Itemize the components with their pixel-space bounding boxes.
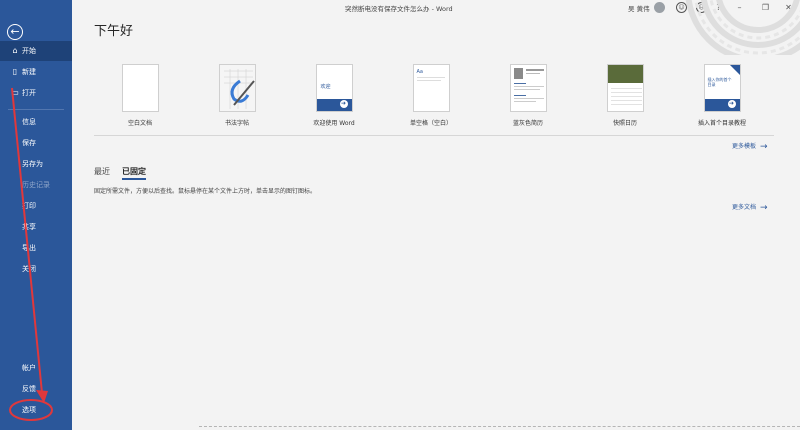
calligraphy-brush-icon xyxy=(223,69,255,109)
template-label: 快照日历 xyxy=(612,120,637,127)
sidebar-item-export[interactable]: 导出 xyxy=(0,238,72,258)
tab-recent[interactable]: 最近 xyxy=(94,166,110,177)
template-blank-document[interactable]: 空白文档 xyxy=(105,64,175,127)
new-document-icon: ▯ xyxy=(12,67,18,76)
sidebar-divider xyxy=(8,109,64,110)
template-label: 单空格（空白） xyxy=(409,120,452,127)
template-thumbnail: 欢迎 ➜ xyxy=(315,64,353,112)
template-thumbnail xyxy=(218,64,256,112)
sidebar-item-new[interactable]: ▯ 新建 xyxy=(0,62,72,82)
decorative-arcs xyxy=(685,0,800,55)
pinned-info-text: 固定所需文件，方便以后查找。鼠标悬停在某个文件上方时，单击显示的图钉图标。 xyxy=(94,188,317,195)
more-documents-link[interactable]: 更多文档 → xyxy=(732,202,768,213)
sidebar-item-print[interactable]: 打印 xyxy=(0,196,72,216)
sidebar-item-close[interactable]: 关闭 xyxy=(0,259,72,279)
folder-open-icon: ▭ xyxy=(11,88,19,97)
template-label: 插入首个目录教程 xyxy=(697,120,746,127)
template-label: 蓝灰色简历 xyxy=(512,120,543,127)
sidebar-item-home[interactable]: ⌂ 开始 xyxy=(0,41,72,61)
sidebar-item-history[interactable]: 历史记录 xyxy=(0,175,72,195)
backstage-sidebar: ← ⌂ 开始 ▯ 新建 ▭ 打开 信息 保存 另存为 历史记录 打印 共享 导出 关闭… xyxy=(0,0,72,430)
template-thumbnail xyxy=(121,64,159,112)
template-label: 空白文档 xyxy=(127,120,152,127)
sidebar-item-info[interactable]: 信息 xyxy=(0,112,72,132)
sidebar-item-save-as[interactable]: 另存为 xyxy=(0,154,72,174)
tab-pinned[interactable]: 已固定 xyxy=(122,166,146,180)
section-divider xyxy=(94,135,774,136)
thumb-text: 欢迎 xyxy=(320,84,331,90)
sidebar-item-options[interactable]: 选项 xyxy=(0,400,72,420)
window-title: 突然断电没有保存文件怎么办 - Word xyxy=(345,5,453,13)
more-templates-link[interactable]: 更多模板 → xyxy=(732,141,768,152)
thumb-text: 插入你的首个目录 xyxy=(707,77,732,87)
sidebar-item-label: 打开 xyxy=(22,89,36,97)
template-thumbnail xyxy=(509,64,547,112)
template-calligraphy[interactable]: 书法字帖 xyxy=(202,64,272,127)
back-arrow-icon[interactable]: ← xyxy=(7,24,23,40)
template-single-spaced[interactable]: Aa 单空格（空白） xyxy=(396,64,466,127)
template-blue-gray-resume[interactable]: 蓝灰色简历 xyxy=(493,64,563,127)
sidebar-item-save[interactable]: 保存 xyxy=(0,133,72,153)
arrow-right-icon: → xyxy=(760,142,768,152)
calendar-photo xyxy=(607,65,643,83)
bottom-dashed-line xyxy=(199,426,800,427)
greeting-heading: 下午好 xyxy=(94,24,134,39)
sidebar-item-account[interactable]: 帐户 xyxy=(0,358,72,378)
sidebar-item-open[interactable]: ▭ 打开 xyxy=(0,83,72,103)
template-thumbnail: Aa xyxy=(412,64,450,112)
sidebar-item-label: 开始 xyxy=(22,47,36,55)
arrow-right-icon: ➜ xyxy=(727,100,736,108)
arrow-right-icon: → xyxy=(760,203,768,213)
sidebar-item-share[interactable]: 共享 xyxy=(0,217,72,237)
sidebar-item-label: 新建 xyxy=(22,68,36,76)
more-documents-label: 更多文档 xyxy=(732,204,757,211)
template-welcome-word[interactable]: 欢迎 ➜ 欢迎使用 Word xyxy=(299,64,369,127)
sidebar-item-feedback[interactable]: 反馈 xyxy=(0,379,72,399)
template-thumbnail: 插入你的首个目录 ➜ xyxy=(703,64,741,112)
template-label: 书法字帖 xyxy=(224,120,249,127)
home-icon: ⌂ xyxy=(12,46,18,55)
arrow-right-icon: ➜ xyxy=(339,100,348,108)
photo-placeholder xyxy=(513,68,523,79)
thumb-text: Aa xyxy=(416,69,423,75)
template-label: 欢迎使用 Word xyxy=(313,120,355,127)
more-templates-label: 更多模板 xyxy=(732,143,757,150)
template-snapshot-calendar[interactable]: 快照日历 xyxy=(590,64,660,127)
template-insert-toc-tutorial[interactable]: 插入你的首个目录 ➜ 插入首个目录教程 xyxy=(687,64,757,127)
template-thumbnail xyxy=(606,64,644,112)
